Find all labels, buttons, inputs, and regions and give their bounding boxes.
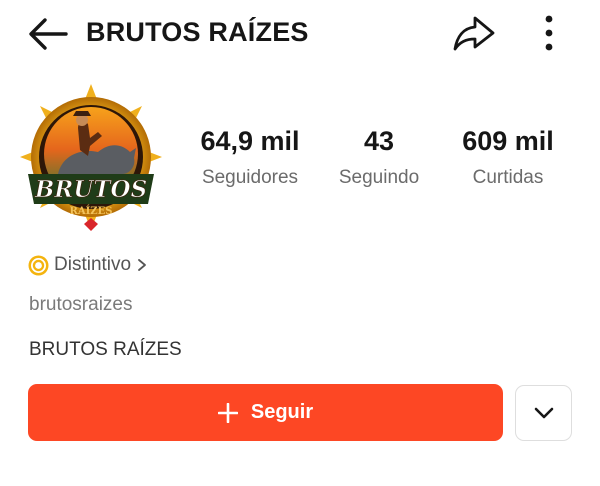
likes-label: Curtidas bbox=[472, 167, 544, 188]
top-bar: BRUTOS RAÍZES bbox=[0, 0, 600, 70]
badge-label: Distintivo bbox=[54, 254, 132, 275]
followers-count: 64,9 mil bbox=[200, 126, 300, 156]
stat-following[interactable]: 43 Seguindo bbox=[330, 126, 428, 189]
follow-button[interactable]: Seguir bbox=[28, 384, 503, 441]
username: brutosraizes bbox=[29, 294, 133, 315]
followers-label: Seguidores bbox=[201, 167, 299, 188]
following-label: Seguindo bbox=[338, 167, 420, 188]
badge-link[interactable]: Distintivo bbox=[28, 253, 147, 277]
chevron-right-icon bbox=[138, 259, 146, 271]
stat-followers[interactable]: 64,9 mil Seguidores bbox=[190, 126, 310, 189]
profile-logo: BRUTOS RAÍZES bbox=[20, 84, 162, 231]
coin-badge-icon bbox=[28, 255, 49, 275]
bio-text: BRUTOS RAÍZES bbox=[29, 339, 182, 360]
stat-likes[interactable]: 609 mil Curtidas bbox=[450, 126, 566, 189]
share-button[interactable] bbox=[450, 12, 496, 56]
avatar-text-raizes: RAÍZES bbox=[70, 205, 113, 217]
likes-count: 609 mil bbox=[462, 126, 554, 156]
arrow-left-icon bbox=[29, 18, 68, 50]
avatar[interactable]: BRUTOS RAÍZES bbox=[18, 82, 164, 232]
chevron-down-icon bbox=[534, 407, 553, 419]
more-options-button[interactable] bbox=[532, 12, 566, 56]
avatar-text-brutos: BRUTOS bbox=[34, 176, 147, 203]
suggested-accounts-dropdown-button[interactable] bbox=[515, 385, 572, 441]
plus-icon bbox=[217, 402, 238, 423]
page-title: BRUTOS RAÍZES bbox=[86, 17, 309, 47]
following-count: 43 bbox=[363, 126, 395, 156]
follow-button-label: Seguir bbox=[250, 401, 314, 423]
back-button[interactable] bbox=[24, 14, 72, 54]
share-icon bbox=[453, 16, 495, 51]
more-vertical-icon bbox=[545, 15, 553, 51]
